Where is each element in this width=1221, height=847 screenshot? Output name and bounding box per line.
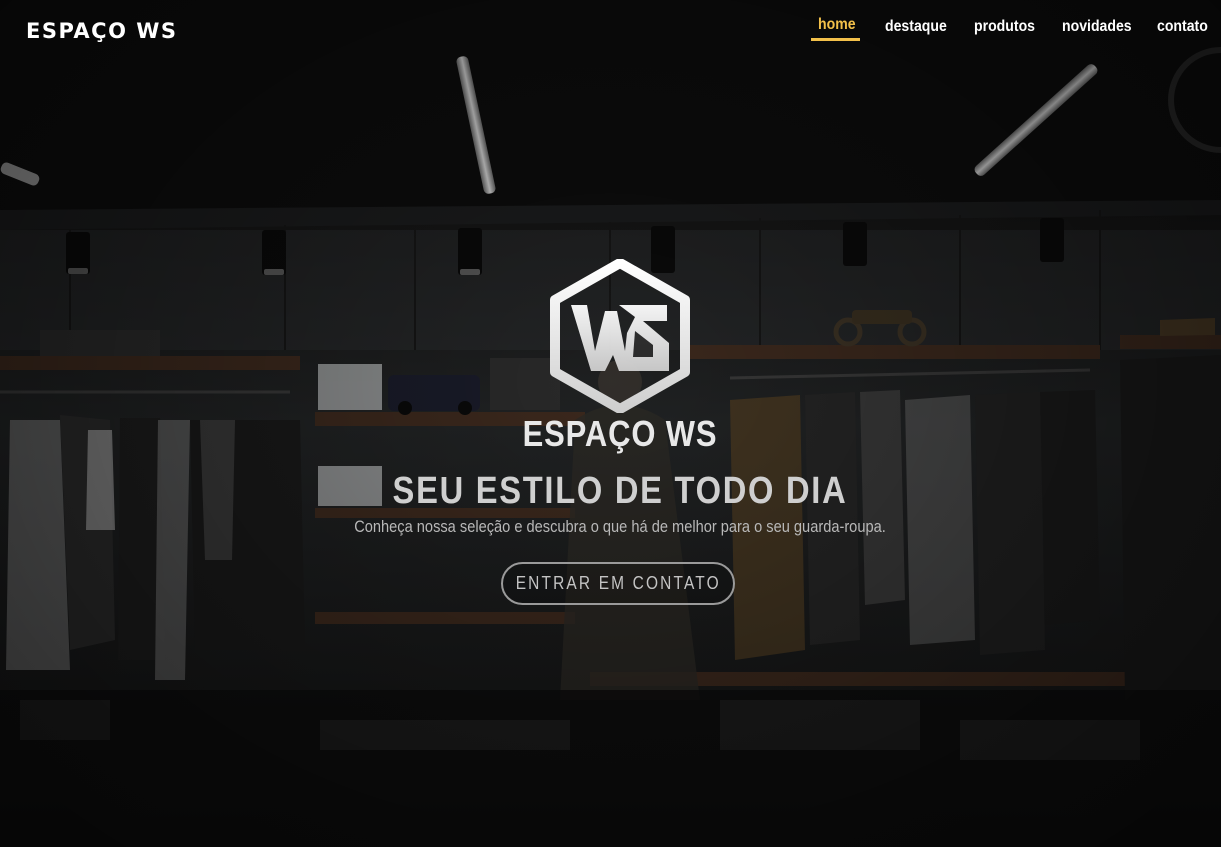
nav-link-produtos[interactable]: produtos — [974, 14, 1035, 40]
nav-link-home[interactable]: home — [818, 12, 856, 38]
nav-link-contato[interactable]: contato — [1157, 14, 1208, 40]
nav-link-destaque[interactable]: destaque — [885, 14, 947, 40]
hero-subtitle: Conheça nossa seleção e descubra o que h… — [354, 517, 886, 536]
nav-link-novidades[interactable]: novidades — [1062, 14, 1132, 40]
nav-active-underline — [811, 38, 860, 41]
contact-cta-button[interactable]: ENTRAR EM CONTATO — [501, 562, 735, 605]
contact-cta-label: ENTRAR EM CONTATO — [515, 573, 721, 593]
hero-logo-text: ESPAÇO WS — [522, 413, 718, 454]
brand-logo-text[interactable]: ESPAÇO WS — [26, 18, 178, 44]
ws-hexagon-logo-icon — [550, 259, 690, 413]
hero-headline: SEU ESTILO DE TODO DIA — [392, 470, 848, 512]
